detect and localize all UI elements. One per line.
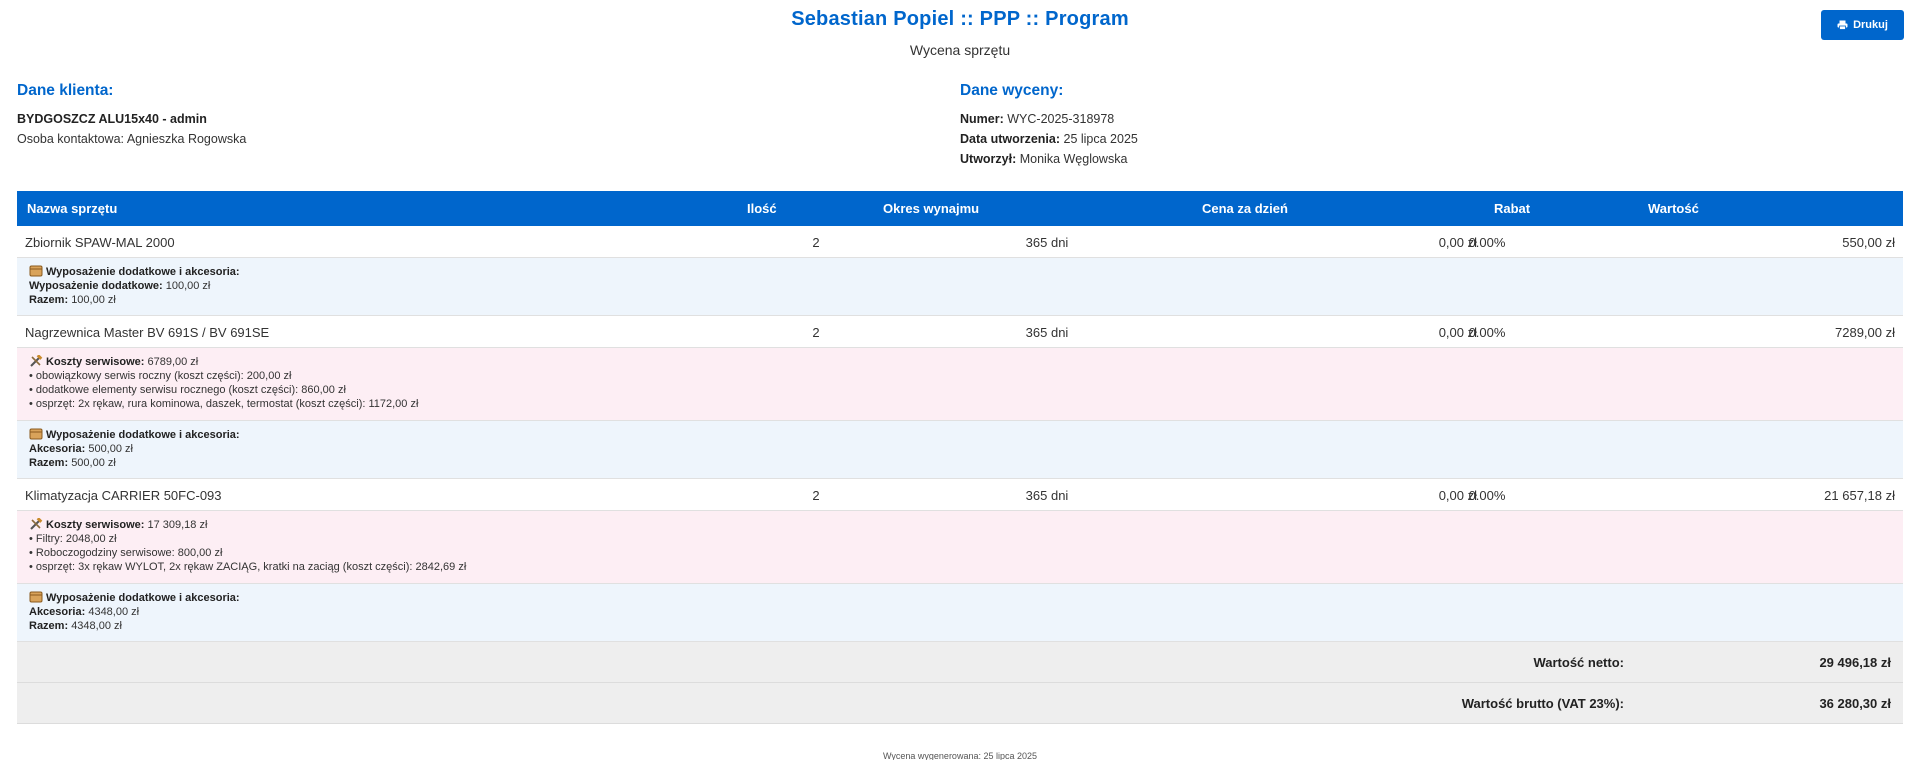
quote-author: Utworzył: Monika Węglowska [960,152,1128,166]
net-total-label: Wartość netto: [1533,655,1624,670]
header-price: Cena za dzień [1202,201,1288,216]
service-details: Koszty serwisowe: 6789,00 zł • obowiązko… [17,348,1903,421]
client-heading: Dane klienta: [17,82,114,99]
item-name: Zbiornik SPAW-MAL 2000 [25,235,175,250]
item-value: 7289,00 zł [1835,325,1895,340]
page-header: Sebastian Popiel :: PPP :: Program Wycen… [0,8,1920,58]
item-value: 550,00 zł [1842,235,1895,250]
box-icon [29,265,43,277]
table-row: Zbiornik SPAW-MAL 2000 2 365 dni 0,00 zł… [17,226,1903,258]
header-discount: Rabat [1494,201,1531,216]
item-discount: 0.00% [1468,488,1506,503]
quote-number: Numer: WYC-2025-318978 [960,112,1115,126]
page-title: Sebastian Popiel :: PPP :: Program [791,8,1129,30]
net-total-row: Wartość netto: 29 496,18 zł [17,642,1903,683]
header-qty: Ilość [747,201,777,216]
gross-total-value: 36 280,30 zł [1819,696,1891,711]
header-period: Okres wynajmu [883,201,980,216]
quote-heading: Dane wyceny: [960,82,1064,99]
item-name: Nagrzewnica Master BV 691S / BV 691SE [25,325,270,340]
net-total-value: 29 496,18 zł [1819,655,1891,670]
equipment-table: Nazwa sprzętu Ilość Okres wynajmu Cena z… [17,191,1903,724]
box-icon [29,591,43,603]
client-info: Dane klienta: BYDGOSZCZ ALU15x40 - admin… [17,82,246,149]
client-name: BYDGOSZCZ ALU15x40 - admin [17,112,207,126]
item-qty: 2 [812,235,820,250]
quote-info: Dane wyceny: Numer: WYC-2025-318978 Data… [960,82,1138,169]
client-contact: Osoba kontaktowa: Agnieszka Rogowska [17,132,247,146]
print-button-label: Drukuj [1853,19,1888,31]
item-discount: 0.00% [1468,325,1506,340]
item-qty: 2 [812,325,820,340]
equipment-details: Wyposażenie dodatkowe i akcesoria: Akces… [17,584,1903,642]
equipment-details: Wyposażenie dodatkowe i akcesoria: Wypos… [17,258,1903,316]
gross-total-row: Wartość brutto (VAT 23%): 36 280,30 zł [17,683,1903,724]
tools-icon [29,517,43,530]
quote-created-date: Data utworzenia: 25 lipca 2025 [960,132,1138,146]
header-value: Wartość [1648,201,1699,216]
footer-generated-date: Wycena wygenerowana: 25 lipca 2025 [882,751,1037,760]
equipment-details: Wyposażenie dodatkowe i akcesoria: Akces… [17,421,1903,479]
printer-icon [1837,20,1848,30]
service-details: Koszty serwisowe: 17 309,18 zł • Filtry:… [17,511,1903,584]
header-name: Nazwa sprzętu [27,201,118,216]
page-subtitle: Wycena sprzętu [909,42,1011,58]
item-name: Klimatyzacja CARRIER 50FC-093 [25,488,222,503]
item-period: 365 dni [1025,325,1069,340]
item-discount: 0.00% [1468,235,1506,250]
table-row: Nagrzewnica Master BV 691S / BV 691SE 2 … [17,316,1903,348]
item-value: 21 657,18 zł [1824,488,1895,503]
table-header: Nazwa sprzętu Ilość Okres wynajmu Cena z… [17,191,1903,226]
item-period: 365 dni [1025,235,1069,250]
tools-icon [29,354,43,367]
item-period: 365 dni [1025,488,1069,503]
box-icon [29,428,43,440]
item-qty: 2 [812,488,820,503]
table-row: Klimatyzacja CARRIER 50FC-093 2 365 dni … [17,479,1903,511]
print-button[interactable]: Drukuj [1821,10,1904,40]
gross-total-label: Wartość brutto (VAT 23%): [1461,696,1624,711]
